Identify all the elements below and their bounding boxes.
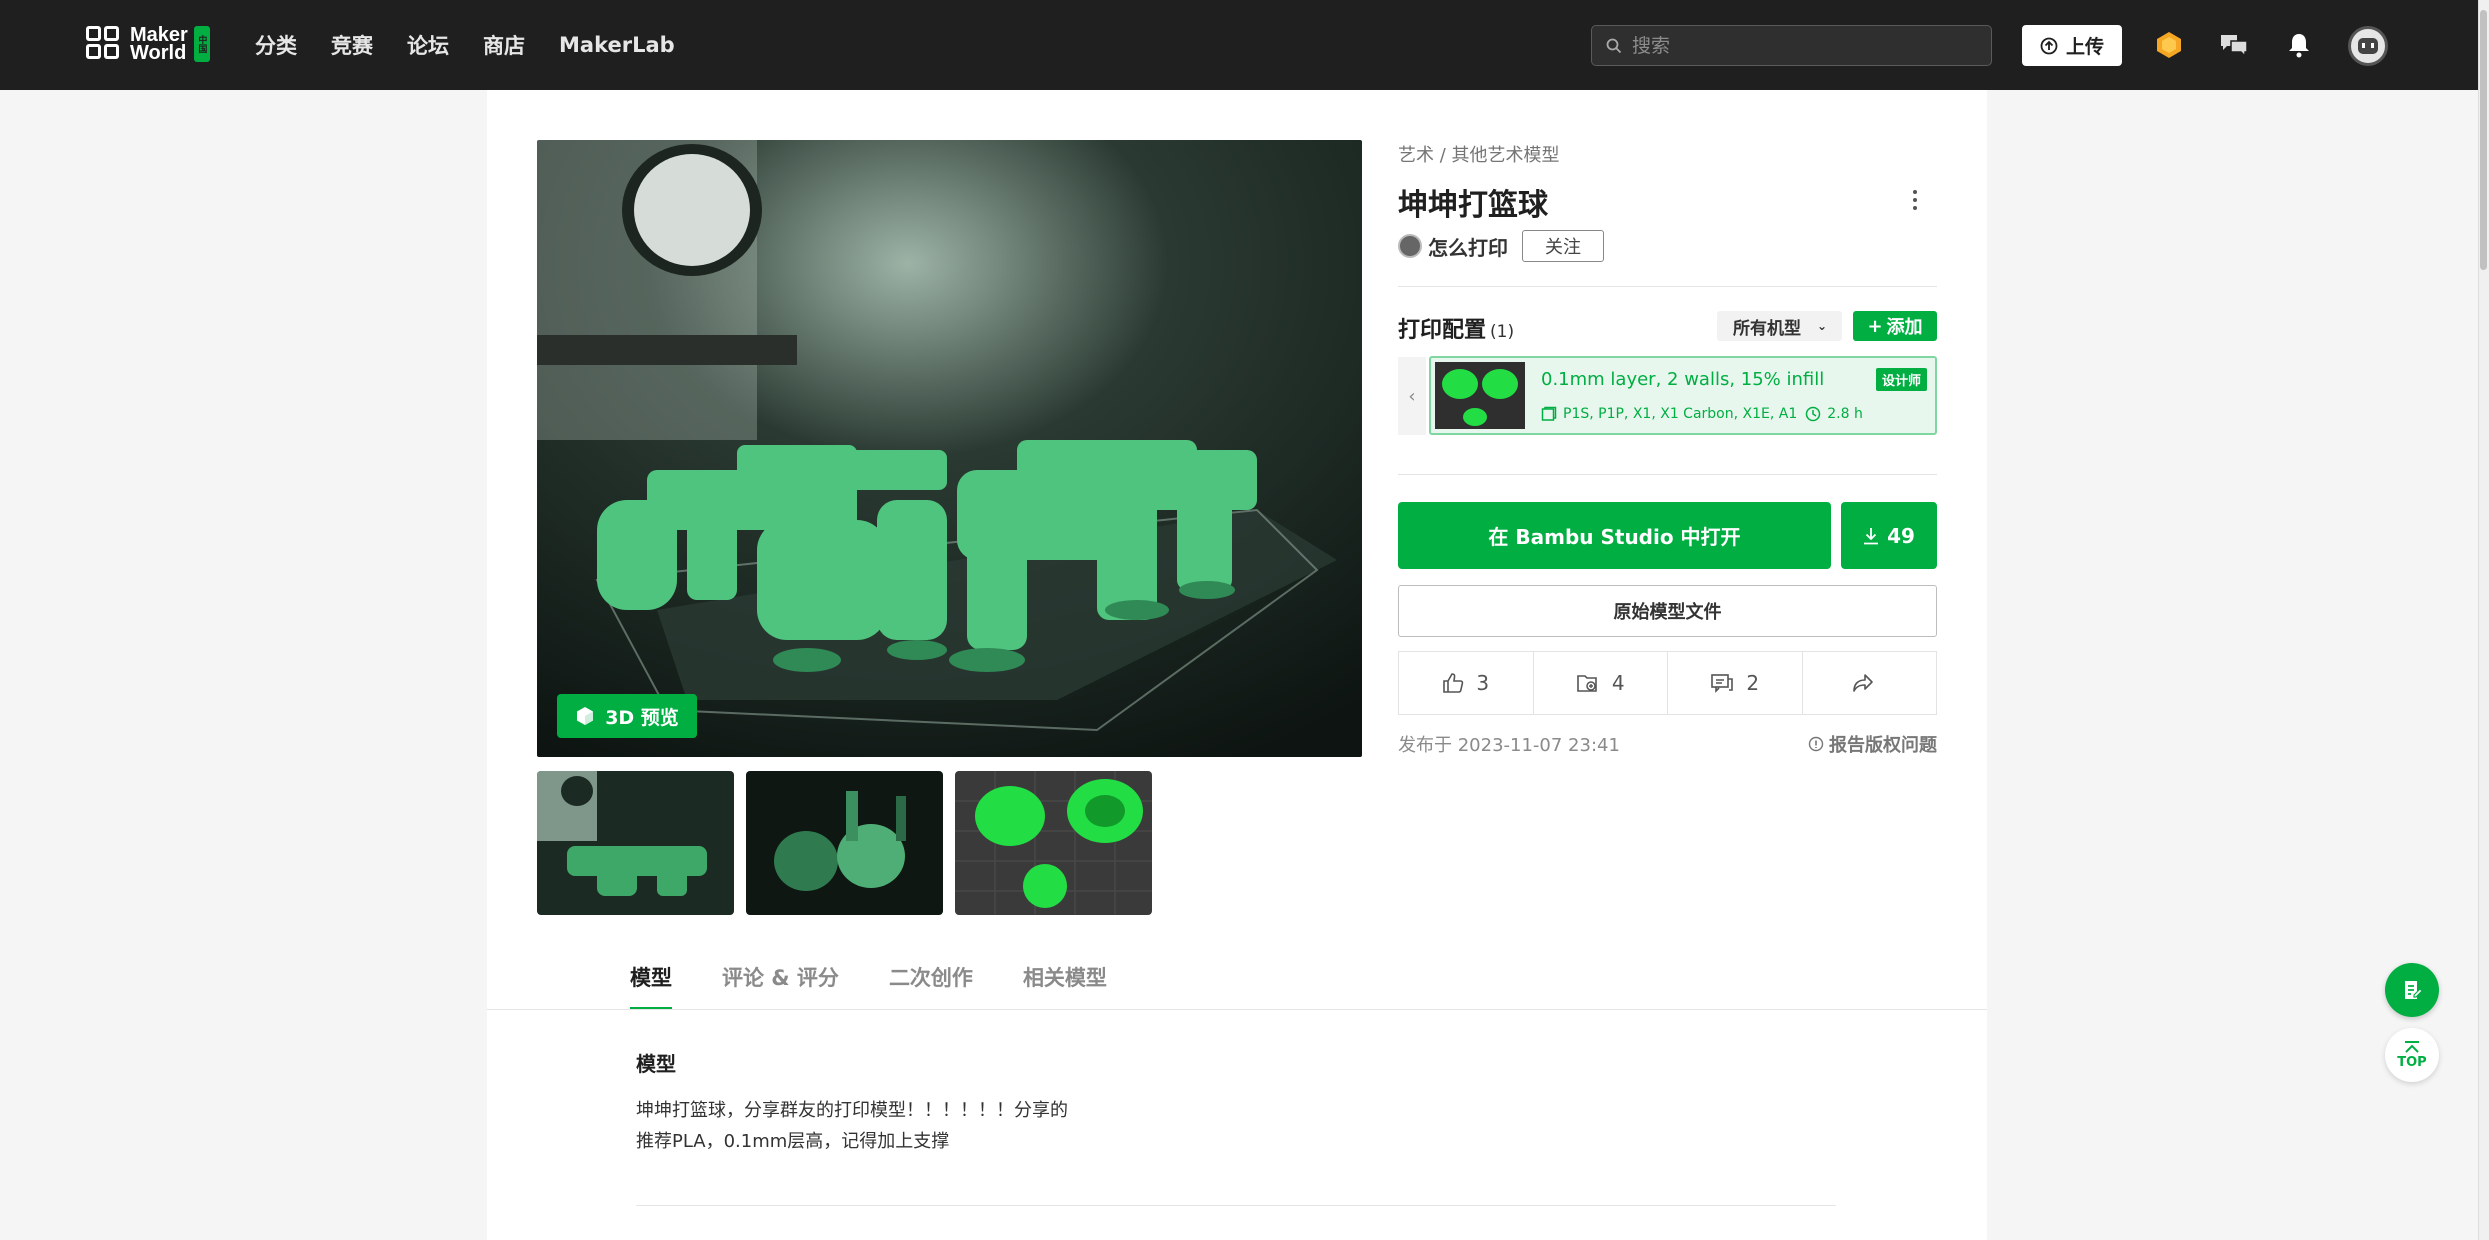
nav-item-makerlab[interactable]: MakerLab	[559, 33, 675, 57]
publish-date: 发布于 2023-11-07 23:41	[1398, 735, 1620, 756]
tab-comments-ratings[interactable]: 评论 & 评分	[722, 962, 839, 1004]
share-button[interactable]	[1803, 652, 1937, 714]
coin-icon[interactable]	[2152, 28, 2186, 62]
chevron-down-icon: ⌄	[1817, 319, 1828, 333]
tab-remixes[interactable]: 二次创作	[889, 962, 973, 1004]
open-in-bambu-studio-button[interactable]: 在 Bambu Studio 中打开	[1398, 502, 1831, 569]
share-icon	[1853, 674, 1874, 692]
search-icon	[1606, 38, 1622, 53]
thumbs-up-icon	[1443, 673, 1464, 693]
comment-icon	[1711, 674, 1734, 693]
search-box[interactable]	[1591, 25, 1992, 66]
upload-button[interactable]: 上传	[2022, 25, 2122, 66]
config-prev-arrow[interactable]: ‹	[1398, 357, 1426, 435]
cube-icon	[577, 707, 594, 725]
tabs-divider	[487, 1009, 1987, 1010]
user-avatar[interactable]	[2348, 26, 2388, 66]
nav-item-contests[interactable]: 竞赛	[331, 30, 373, 60]
nav-item-store[interactable]: 商店	[483, 30, 525, 60]
machine-filter-select[interactable]: 所有机型 ⌄	[1717, 311, 1842, 341]
main-model-image[interactable]	[537, 140, 1362, 757]
download-icon	[1864, 527, 1879, 544]
description-section-title: 模型	[636, 1052, 676, 1076]
author-name[interactable]: 怎么打印	[1428, 232, 1508, 261]
report-copyright-link[interactable]: 报告版权问题	[1808, 731, 1937, 757]
plus-icon: +	[1867, 315, 1883, 337]
nav-item-categories[interactable]: 分类	[255, 30, 297, 60]
thumbnail-3[interactable]	[955, 771, 1152, 915]
clock-icon	[1806, 406, 1821, 422]
main-nav: 分类 竞赛 论坛 商店 MakerLab	[255, 0, 709, 90]
feedback-button[interactable]	[2385, 963, 2439, 1017]
top-navbar: Maker World 中国 分类 竞赛 论坛 商店 MakerLab 上传	[0, 0, 2478, 90]
feedback-icon	[2405, 981, 2423, 999]
breadcrumb[interactable]: 艺术 / 其他艺术模型	[1398, 141, 1560, 167]
arrow-up-icon	[2405, 1040, 2419, 1053]
raw-model-file-button[interactable]: 原始模型文件	[1398, 585, 1937, 637]
model-description: 坤坤打篮球，分享群友的打印模型！！！！！！分享的 推荐PLA，0.1mm层高，记…	[636, 1100, 1068, 1152]
profile-name: 0.1mm layer, 2 walls, 15% infill	[1541, 369, 1825, 390]
profile-meta: P1S, P1P, X1, X1 Carbon, X1E, A1 2.8 h	[1541, 406, 1863, 422]
tab-model[interactable]: 模型	[630, 962, 672, 1010]
content-tabs: 模型 评论 & 评分 二次创作 相关模型	[630, 962, 1157, 1010]
3d-preview-button[interactable]: 3D 预览	[557, 694, 697, 738]
designer-badge: 设计师	[1875, 368, 1927, 391]
print-config-label: 打印配置 (1)	[1398, 318, 1515, 343]
thumbnail-1[interactable]	[537, 771, 734, 915]
logo-region-badge: 中国	[193, 26, 210, 62]
logo-icon	[86, 26, 122, 62]
message-icon[interactable]	[2217, 28, 2251, 62]
author-avatar[interactable]	[1398, 234, 1422, 258]
more-options-icon[interactable]	[1905, 186, 1925, 214]
nav-item-forum[interactable]: 论坛	[407, 30, 449, 60]
printer-icon	[1541, 406, 1557, 421]
info-icon	[1808, 736, 1824, 752]
print-profile-card[interactable]: 0.1mm layer, 2 walls, 15% infill 设计师 P1S…	[1429, 356, 1937, 435]
follow-button[interactable]: 关注	[1522, 230, 1604, 262]
page-title: 坤坤打篮球	[1398, 188, 1548, 223]
download-button[interactable]: 49	[1841, 502, 1937, 569]
like-button[interactable]: 3	[1399, 652, 1534, 714]
thumbnail-2[interactable]	[746, 771, 943, 915]
divider	[1398, 474, 1937, 475]
logo-text: Maker World	[130, 24, 188, 64]
bell-icon[interactable]	[2282, 28, 2316, 62]
upload-icon	[2040, 37, 2058, 54]
add-config-button[interactable]: + 添加	[1853, 311, 1937, 341]
tab-related-models[interactable]: 相关模型	[1023, 962, 1107, 1004]
makerworld-logo[interactable]: Maker World 中国	[86, 24, 210, 64]
collect-button[interactable]: 4	[1534, 652, 1668, 714]
profile-thumbnail	[1435, 362, 1525, 429]
divider	[1398, 286, 1937, 287]
search-input[interactable]	[1632, 34, 1972, 57]
author-info: 怎么打印 关注	[1398, 230, 1604, 262]
scrollbar-thumb[interactable]	[2480, 10, 2487, 270]
back-to-top-button[interactable]: TOP	[2385, 1028, 2439, 1082]
collection-icon	[1577, 675, 1597, 692]
stats-bar: 3 4 2	[1398, 651, 1937, 715]
divider	[636, 1205, 1836, 1206]
comment-button[interactable]: 2	[1668, 652, 1803, 714]
